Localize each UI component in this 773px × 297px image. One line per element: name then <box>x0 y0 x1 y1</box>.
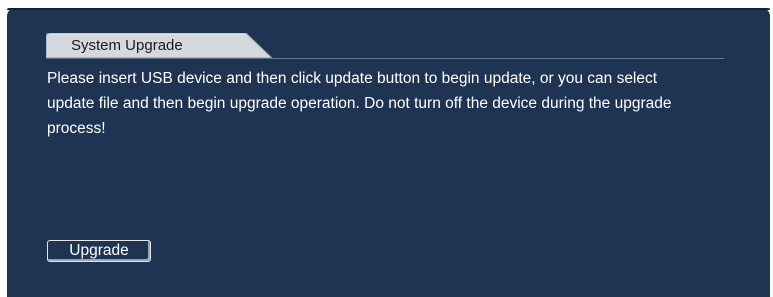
tab-underline <box>270 58 724 59</box>
tab-label: System Upgrade <box>71 37 183 54</box>
upgrade-instructions: Please insert USB device and then click … <box>47 70 672 137</box>
window-top-border <box>7 8 770 10</box>
upgrade-button[interactable]: Upgrade <box>47 240 151 262</box>
tab-system-upgrade[interactable]: System Upgrade <box>46 33 276 59</box>
